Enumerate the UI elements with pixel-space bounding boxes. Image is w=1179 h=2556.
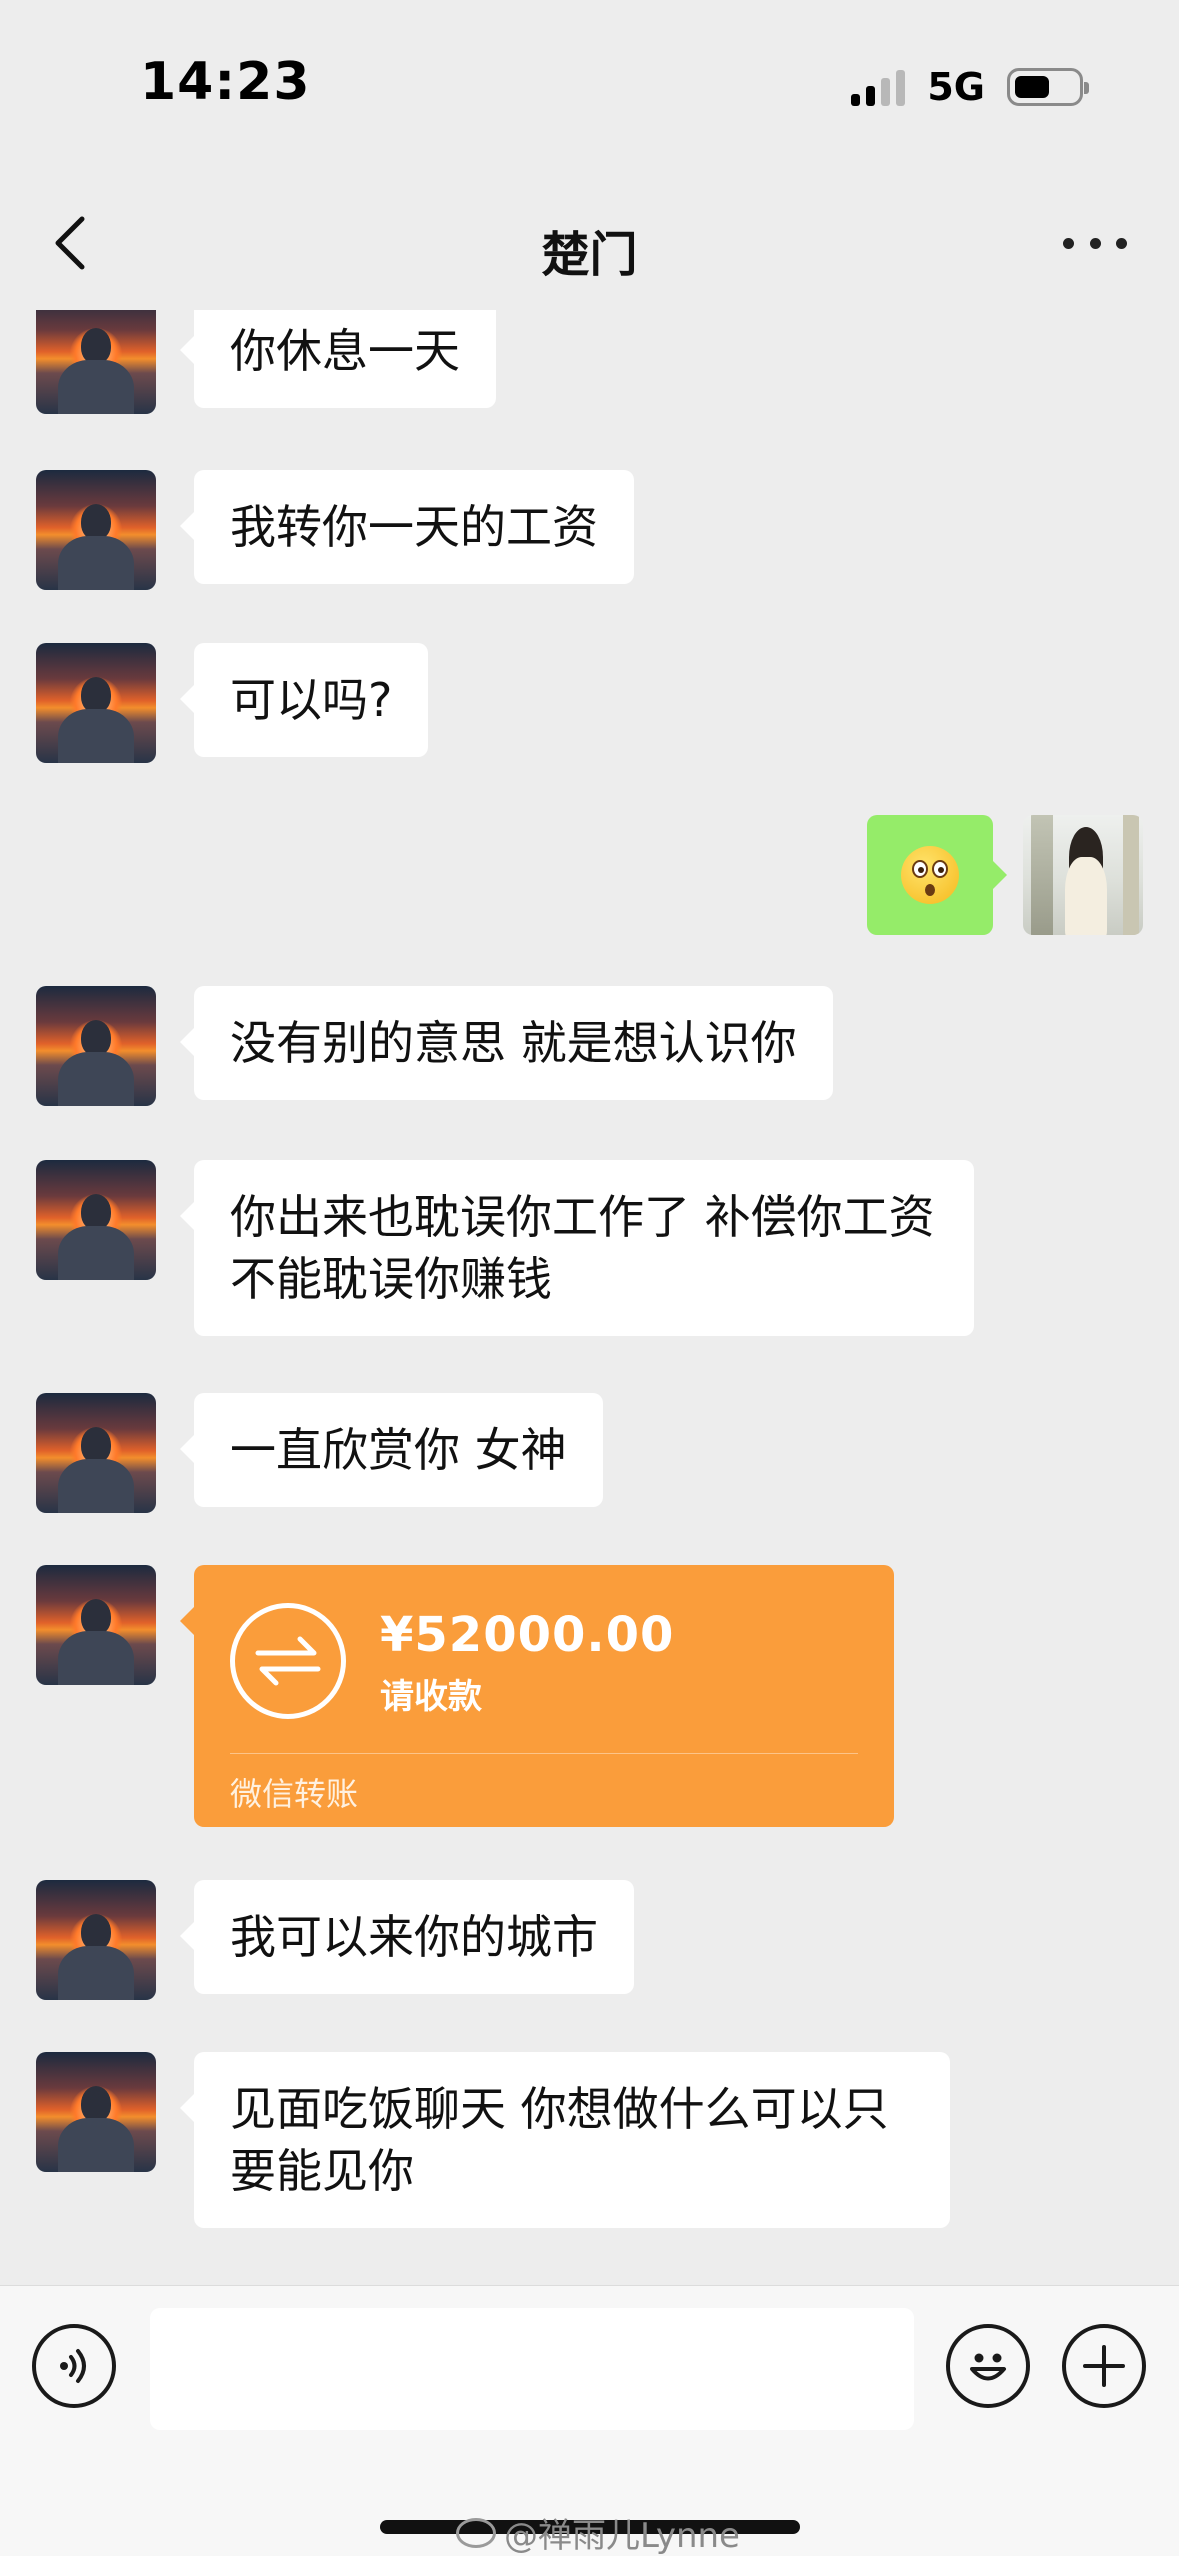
- message-list[interactable]: 你休息一天 我转你一天的工资 可以吗? 没有别的意思 就是想认识你 你出来也耽误…: [0, 310, 1179, 2285]
- message-bubble[interactable]: 你休息一天: [180, 310, 496, 408]
- transfer-label: 微信转账: [230, 1775, 359, 1813]
- message-bubble[interactable]: 一直欣赏你 女神: [180, 1393, 603, 1507]
- message-bubble[interactable]: 可以吗?: [179, 643, 429, 757]
- emoji-button[interactable]: [946, 2324, 1030, 2408]
- message-bubble[interactable]: 见面吃饭聊天 你想做什么可以只要能见你: [180, 2052, 950, 2228]
- weibo-icon: [456, 2517, 496, 2548]
- self-avatar[interactable]: [1023, 815, 1143, 935]
- contact-avatar[interactable]: [36, 470, 156, 590]
- chat-title: 楚门: [541, 227, 638, 283]
- contact-avatar[interactable]: [36, 2052, 156, 2172]
- message-bubble[interactable]: 我转你一天的工资: [180, 470, 634, 584]
- watermark-text: @禅雨儿Lynne: [504, 2516, 740, 2556]
- contact-avatar[interactable]: [36, 986, 156, 1106]
- transfer-status: 请收款: [380, 1677, 482, 1717]
- status-indicators: 5G: [851, 62, 1089, 112]
- input-bar: @禅雨儿Lynne: [0, 2285, 1179, 2556]
- message-bubble[interactable]: 我可以来你的城市: [180, 1880, 634, 1994]
- more-dots-icon: [1063, 237, 1074, 249]
- status-time: 14:23: [140, 52, 311, 112]
- more-button[interactable]: [1055, 213, 1135, 273]
- watermark: @禅雨儿Lynne: [456, 2508, 740, 2556]
- message-bubble[interactable]: 你出来也耽误你工作了 补偿你工资 不能耽误你赚钱: [180, 1160, 974, 1336]
- status-bar: 14:23 5G: [0, 0, 1179, 175]
- message-bubble[interactable]: 没有别的意思 就是想认识你: [180, 986, 833, 1100]
- contact-avatar[interactable]: [36, 643, 156, 763]
- flushed-face-emoji: [901, 846, 959, 904]
- transfer-amount: ¥52000.00: [380, 1607, 675, 1663]
- plus-icon: [1083, 2345, 1125, 2387]
- voice-button[interactable]: [32, 2324, 116, 2408]
- voice-icon: [60, 2349, 86, 2383]
- network-type: 5G: [927, 65, 985, 109]
- contact-avatar[interactable]: [36, 1160, 156, 1280]
- contact-avatar[interactable]: [36, 1565, 156, 1685]
- contact-avatar[interactable]: [36, 310, 156, 414]
- message-input[interactable]: [150, 2308, 914, 2430]
- emoji-icon: [970, 2353, 1006, 2381]
- battery-icon: [1007, 68, 1089, 106]
- self-emoji-bubble[interactable]: [867, 815, 1007, 935]
- chat-header: 楚门: [0, 175, 1179, 315]
- transfer-card[interactable]: ¥52000.00 请收款 微信转账: [180, 1565, 894, 1827]
- divider: [230, 1753, 858, 1754]
- contact-avatar[interactable]: [36, 1880, 156, 2000]
- plus-button[interactable]: [1062, 2324, 1146, 2408]
- signal-icon: [851, 68, 906, 106]
- transfer-icon: [230, 1603, 346, 1719]
- contact-avatar[interactable]: [36, 1393, 156, 1513]
